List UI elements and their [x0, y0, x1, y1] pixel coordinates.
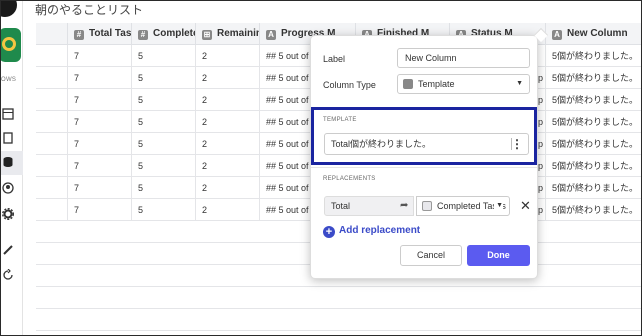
add-replacement-button[interactable]: + Add replacement — [323, 225, 420, 238]
row-number-cell[interactable] — [36, 111, 68, 133]
book-icon[interactable] — [2, 132, 16, 146]
cancel-button[interactable]: Cancel — [400, 245, 462, 266]
table-cell[interactable]: 2 — [196, 111, 260, 133]
sidebar: OWS — [1, 1, 23, 335]
table-cell[interactable]: 5個が終わりました。 — [546, 67, 641, 89]
table-cell[interactable]: 2 — [196, 133, 260, 155]
column-type-caption: Column Type — [323, 80, 376, 90]
column-header-total-tasks[interactable]: #Total Tasks — [68, 23, 132, 45]
template-icon: A — [266, 30, 276, 40]
table-cell[interactable]: 5個が終わりました。 — [546, 133, 641, 155]
table-cell[interactable]: 5 — [132, 67, 196, 89]
column-header-remaining[interactable]: ⊞Remaining — [196, 23, 260, 45]
column-header-new-column[interactable]: A New Column — [546, 23, 641, 45]
grid-icon: ⊞ — [202, 30, 212, 40]
chevron-down-icon: ▼ — [516, 80, 523, 87]
table-cell[interactable]: 5個が終わりました。 — [546, 199, 641, 221]
table-cell[interactable]: 5 — [132, 45, 196, 67]
table-cell[interactable]: 5 — [132, 111, 196, 133]
row-number-cell[interactable] — [36, 89, 68, 111]
app-window: OWS 朝のやることリスト #Total Tasks #Completed ⊞R… — [0, 0, 642, 336]
chevron-down-icon: ▼ — [494, 197, 503, 215]
label-caption: Label — [323, 54, 346, 64]
template-input[interactable]: Total個が終わりました。 ⋮ — [324, 133, 529, 155]
row-number-cell[interactable] — [36, 155, 68, 177]
table-cell[interactable]: 7 — [68, 45, 132, 67]
empty-row — [36, 287, 641, 309]
database-icon[interactable] — [2, 156, 16, 170]
app-menu-icon[interactable] — [1, 1, 17, 17]
table-cell[interactable]: 7 — [68, 199, 132, 221]
row-number-cell[interactable] — [36, 133, 68, 155]
row-number-cell[interactable] — [36, 199, 68, 221]
table-cell[interactable]: 7 — [68, 111, 132, 133]
table-cell[interactable]: 7 — [68, 89, 132, 111]
sidebar-section-label: OWS — [1, 77, 17, 83]
replacement-row: Total ➦ Completed Tasks ▼ ✕ — [324, 196, 531, 216]
column-type-select[interactable]: Template ▼ — [397, 74, 530, 94]
pencil-icon[interactable] — [2, 244, 16, 258]
empty-row — [36, 309, 641, 331]
table-cell[interactable]: 7 — [68, 67, 132, 89]
table-cell[interactable]: 7 — [68, 133, 132, 155]
gear-icon[interactable] — [1, 207, 16, 222]
user-icon[interactable] — [2, 182, 16, 196]
replacements-section-label: REPLACEMENTS — [323, 176, 376, 182]
table-cell[interactable]: 2 — [196, 155, 260, 177]
row-number-cell[interactable] — [36, 45, 68, 67]
close-icon[interactable]: ✕ — [520, 196, 531, 216]
table-cell[interactable]: 2 — [196, 199, 260, 221]
row-number-header — [36, 23, 68, 45]
plus-icon: + — [323, 226, 335, 238]
template-section-label: TEMPLATE — [323, 117, 357, 123]
label-input[interactable]: New Column — [397, 48, 530, 68]
more-options-icon[interactable]: ⋮ — [511, 137, 523, 151]
table-cell[interactable]: 7 — [68, 155, 132, 177]
table-icon[interactable] — [2, 108, 16, 122]
table-cell[interactable]: 7 — [68, 177, 132, 199]
row-number-cell[interactable] — [36, 177, 68, 199]
table-cell[interactable]: 5個が終わりました。 — [546, 45, 641, 67]
row-number-cell[interactable] — [36, 67, 68, 89]
divider — [311, 167, 537, 168]
table-cell[interactable]: 2 — [196, 45, 260, 67]
table-cell[interactable]: 5 — [132, 199, 196, 221]
app-logo[interactable] — [1, 28, 21, 62]
replacement-column-select[interactable]: Completed Tasks ▼ — [416, 196, 510, 216]
table-cell[interactable]: 5個が終わりました。 — [546, 177, 641, 199]
table-cell[interactable]: 5 — [132, 155, 196, 177]
arrow-icon: ➦ — [400, 200, 409, 211]
table-cell[interactable]: 5 — [132, 133, 196, 155]
template-icon — [403, 79, 413, 89]
template-icon: A — [552, 30, 562, 40]
table-cell[interactable]: 5個が終わりました。 — [546, 155, 641, 177]
column-editor-popover: Label New Column Column Type Template ▼ … — [310, 27, 549, 279]
table-cell[interactable]: 2 — [196, 177, 260, 199]
table-cell[interactable]: 2 — [196, 89, 260, 111]
table-cell[interactable]: 5 — [132, 89, 196, 111]
table-cell[interactable]: 2 — [196, 67, 260, 89]
table-cell[interactable]: 5個が終わりました。 — [546, 111, 641, 133]
table-cell[interactable]: 5個が終わりました。 — [546, 89, 641, 111]
table-cell[interactable]: 5 — [132, 177, 196, 199]
refresh-icon[interactable] — [2, 268, 16, 283]
done-button[interactable]: Done — [467, 245, 530, 266]
page-title: 朝のやることリスト — [35, 3, 144, 17]
column-icon — [422, 201, 432, 211]
hash-icon: # — [74, 30, 84, 40]
column-header-completed[interactable]: #Completed — [132, 23, 196, 45]
hash-icon: # — [138, 30, 148, 40]
